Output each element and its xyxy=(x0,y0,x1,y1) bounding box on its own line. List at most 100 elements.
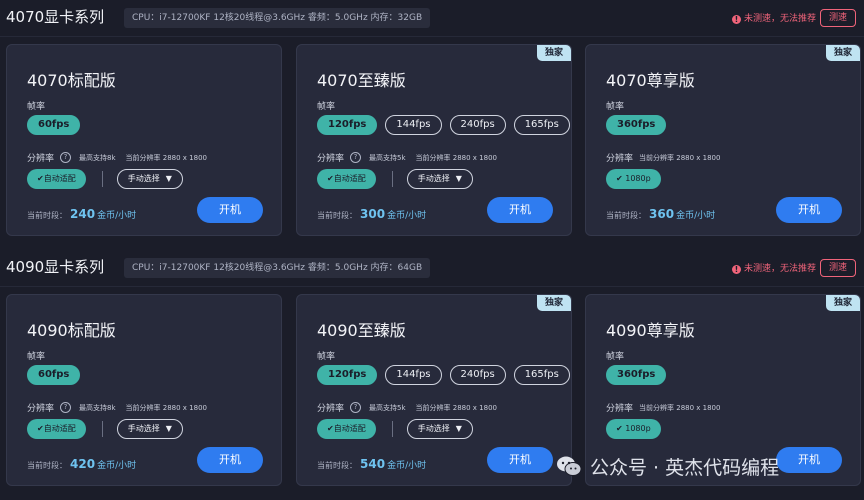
start-button[interactable]: 开机 xyxy=(776,197,842,223)
plan-title: 4090至臻版 xyxy=(317,321,406,340)
fps-option[interactable]: 360fps xyxy=(606,115,667,135)
max-resolution: 最高支持8k xyxy=(79,403,116,412)
section-divider xyxy=(0,286,864,287)
fps-option[interactable]: 144fps xyxy=(385,115,442,135)
help-icon[interactable]: ? xyxy=(350,402,362,413)
resolution-row: 分辨率? 最高支持8k 当前分辨率 2880 x 1800 xyxy=(27,401,217,414)
plan-card[interactable]: 4070标配版帧率 60fps 分辨率? 最高支持8k 当前分辨率 2880 x 180… xyxy=(6,44,282,236)
fps-option[interactable]: 165fps xyxy=(513,115,570,135)
manual-select-label: 手动选择 xyxy=(417,174,450,183)
fps-label: 帧率 xyxy=(27,102,46,112)
price-unit: 金币/小时 xyxy=(387,211,427,221)
exclusive-badge: 独家 xyxy=(826,45,860,61)
speed-warning: ! 未测速，无法推荐 xyxy=(732,261,816,274)
plan-title: 4070标配版 xyxy=(27,71,116,90)
mode-separator xyxy=(391,421,393,437)
plan-card[interactable]: 独家 4070至臻版 帧率 120fps 144fps 240fps 165fps 分辨率? 最… xyxy=(296,44,572,236)
plan-title: 4090标配版 xyxy=(27,321,116,340)
price-unit: 金币/小时 xyxy=(387,461,427,471)
start-button[interactable]: 开机 xyxy=(487,447,553,473)
price-prefix: 当前时段： xyxy=(317,211,357,220)
warning-text: 未测速，无法推荐 xyxy=(744,14,817,24)
resolution-mode: ✔自动适配 手动选择 ▼ xyxy=(27,169,183,189)
fps-option[interactable]: 60fps xyxy=(27,115,81,135)
manual-select-dropdown[interactable]: 手动选择 ▼ xyxy=(406,169,473,189)
price-value: 420 xyxy=(70,457,96,471)
help-icon[interactable]: ? xyxy=(60,152,72,163)
caret-down-icon: ▼ xyxy=(455,424,462,433)
fps-option[interactable]: 360fps xyxy=(606,365,667,385)
resolution-1080p-button[interactable]: ✔ 1080p xyxy=(606,419,661,439)
plan-title: 4070至臻版 xyxy=(317,71,406,90)
fps-options: 360fps xyxy=(606,115,667,135)
auto-adapt-button[interactable]: ✔自动适配 xyxy=(317,419,376,439)
price-info: 当前时段： 540 金币/小时 xyxy=(317,457,426,471)
auto-adapt-button[interactable]: ✔自动适配 xyxy=(27,169,86,189)
fps-options: 360fps xyxy=(606,365,667,385)
warning-icon: ! xyxy=(732,15,741,24)
resolution-mode: ✔自动适配 手动选择 ▼ xyxy=(317,169,473,189)
fps-label: 帧率 xyxy=(606,352,625,362)
help-icon[interactable]: ? xyxy=(350,152,362,163)
price-prefix: 当前时段： xyxy=(27,211,67,220)
current-resolution: 当前分辨率 2880 x 1800 xyxy=(415,403,497,412)
series-title: 4070显卡系列 xyxy=(6,8,105,26)
watermark: 公众号 · 英杰代码编程 xyxy=(556,448,846,484)
fps-label: 帧率 xyxy=(606,102,625,112)
auto-adapt-button[interactable]: ✔自动适配 xyxy=(317,169,376,189)
resolution-row: 分辨率 当前分辨率 2880 x 1800 xyxy=(606,151,730,165)
help-icon[interactable]: ? xyxy=(60,402,72,413)
fps-options: 120fps 144fps 240fps 165fps xyxy=(317,365,570,385)
resolution-1080p-button[interactable]: ✔ 1080p xyxy=(606,169,661,189)
fps-option[interactable]: 120fps xyxy=(317,365,378,385)
fps-option[interactable]: 120fps xyxy=(317,115,378,135)
plan-card[interactable]: 4090标配版 帧率 60fps 分辨率? 最高支持8k 当前分辨率 2880 x 180… xyxy=(6,294,282,486)
fps-options: 60fps xyxy=(27,365,81,385)
plan-card[interactable]: 独家 4070尊享版 帧率 360fps 分辨率 当前分辨率 2880 x 1800 ✔ 1… xyxy=(585,44,861,236)
price-unit: 金币/小时 xyxy=(676,211,716,221)
price-info: 当前时段： 300 金币/小时 xyxy=(317,207,426,221)
auto-adapt-button[interactable]: ✔自动适配 xyxy=(27,419,86,439)
price-value: 240 xyxy=(70,207,96,221)
fps-label: 帧率 xyxy=(317,352,336,362)
manual-select-dropdown[interactable]: 手动选择 ▼ xyxy=(116,169,183,189)
resolution-mode: ✔自动适配 手动选择 ▼ xyxy=(27,419,183,439)
spec-info: CPU：i7-12700KF 12核20线程@3.6GHz 睿频：5.0GHz … xyxy=(124,8,431,28)
max-resolution: 最高支持8k xyxy=(79,153,116,162)
caret-down-icon: ▼ xyxy=(165,424,172,433)
warning-icon: ! xyxy=(732,265,741,274)
speed-warning: ! 未测速，无法推荐 xyxy=(732,11,816,24)
section-header: 4090显卡系列 CPU：i7-12700KF 12核20线程@3.6GHz 睿频… xyxy=(0,250,864,286)
start-button[interactable]: 开机 xyxy=(487,197,553,223)
plan-title: 4090尊享版 xyxy=(606,321,695,340)
fps-option[interactable]: 60fps xyxy=(27,365,81,385)
resolution-row: 分辨率 当前分辨率 2880 x 1800 xyxy=(606,401,730,415)
resolution-mode: ✔自动适配 手动选择 ▼ xyxy=(317,419,473,439)
start-button[interactable]: 开机 xyxy=(197,447,263,473)
resolution-mode: ✔ 1080p xyxy=(606,169,661,189)
resolution-row: 分辨率? 最高支持8k 当前分辨率 2880 x 1800 xyxy=(27,151,217,164)
fps-options: 120fps 144fps 240fps 165fps xyxy=(317,115,570,135)
manual-select-label: 手动选择 xyxy=(127,424,160,433)
start-button[interactable]: 开机 xyxy=(197,197,263,223)
fps-option[interactable]: 144fps xyxy=(385,365,442,385)
price-info: 当前时段： 420 金币/小时 xyxy=(27,457,136,471)
price-info: 当前时段： 360 金币/小时 xyxy=(606,207,715,221)
speed-test-button[interactable]: 测速 xyxy=(820,259,856,277)
current-resolution: 当前分辨率 2880 x 1800 xyxy=(125,153,207,162)
fps-label: 帧率 xyxy=(27,352,46,362)
fps-option[interactable]: 240fps xyxy=(449,365,506,385)
mode-separator xyxy=(101,171,103,187)
manual-select-label: 手动选择 xyxy=(127,174,160,183)
fps-option[interactable]: 165fps xyxy=(513,365,570,385)
fps-option[interactable]: 240fps xyxy=(449,115,506,135)
gpu-series-section: 4070显卡系列 CPU：i7-12700KF 12核20线程@3.6GHz 睿频… xyxy=(0,0,864,250)
manual-select-dropdown[interactable]: 手动选择 ▼ xyxy=(116,419,183,439)
resolution-label: 分辨率 xyxy=(27,154,55,164)
speed-test-button[interactable]: 测速 xyxy=(820,9,856,27)
manual-select-dropdown[interactable]: 手动选择 ▼ xyxy=(406,419,473,439)
price-value: 360 xyxy=(649,207,675,221)
plan-card[interactable]: 独家 4090至臻版 帧率 120fps 144fps 240fps 165fps 分辨率? 最… xyxy=(296,294,572,486)
section-header: 4070显卡系列 CPU：i7-12700KF 12核20线程@3.6GHz 睿频… xyxy=(0,0,864,36)
watermark-text: 公众号 · 英杰代码编程 xyxy=(590,456,780,479)
